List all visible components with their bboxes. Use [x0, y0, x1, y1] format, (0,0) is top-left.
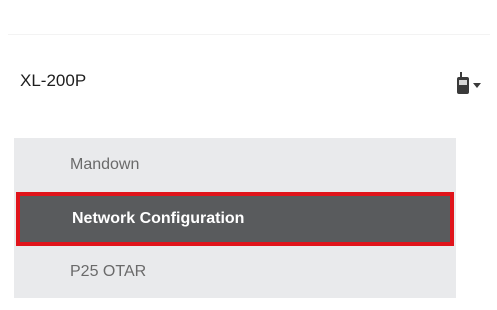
device-name: XL-200P [20, 71, 87, 90]
chevron-down-icon [472, 76, 482, 94]
device-selector-row[interactable]: XL-200P [8, 34, 490, 131]
device-picker-button[interactable] [456, 71, 490, 99]
menu-item-label: Network Configuration [72, 210, 245, 227]
dropdown-menu: Mandown Network Configuration P25 OTAR [14, 138, 456, 298]
page-title-cropped [26, 0, 346, 6]
radio-icon [456, 71, 470, 99]
menu-item-mandown[interactable]: Mandown [14, 141, 456, 189]
menu-item-label: Mandown [70, 156, 140, 173]
menu-item-label: P25 OTAR [70, 263, 147, 280]
menu-item-p25-otar[interactable]: P25 OTAR [14, 248, 456, 296]
menu-item-network-configuration[interactable]: Network Configuration [16, 192, 454, 246]
page: XL-200P Mandown Network Configuration P2… [0, 0, 497, 310]
